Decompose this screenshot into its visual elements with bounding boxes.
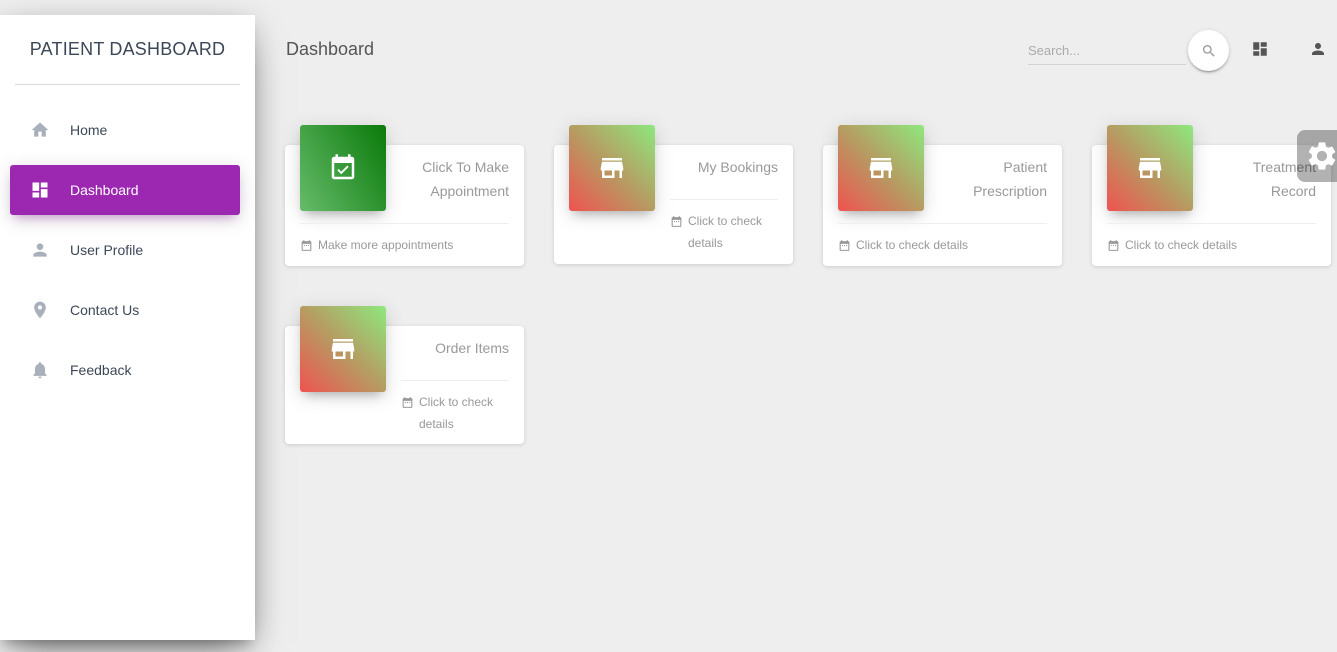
sidebar: PATIENT DASHBOARD Home Dashboard User Pr… [0, 15, 255, 640]
store-icon [1138, 158, 1162, 178]
card-icon-box [569, 125, 655, 211]
calendar-check-icon [331, 154, 355, 180]
location-pin-icon [30, 300, 50, 320]
sidebar-item-label: Dashboard [70, 182, 139, 198]
bell-icon [30, 360, 50, 380]
card-title-line: Appointment [430, 183, 509, 199]
card-title-line: Record [1270, 183, 1316, 199]
dashboard-icon [30, 180, 50, 200]
card-footer: Click to check details [401, 380, 509, 435]
sidebar-item-user-profile[interactable]: User Profile [10, 225, 240, 275]
card-my-bookings[interactable]: My Bookings Click to check details [554, 125, 793, 264]
search-button[interactable] [1188, 30, 1229, 71]
card-icon-box [300, 125, 386, 211]
page-title[interactable]: Dashboard [286, 39, 374, 60]
card-footer: Click to check details [838, 223, 1047, 256]
sidebar-item-label: Contact Us [70, 302, 140, 318]
card-treatment-record[interactable]: Treatment Record Click to check details [1092, 125, 1331, 266]
card-icon-box [300, 306, 386, 392]
card-make-appointment[interactable]: Click To Make Appointment Make more appo… [285, 125, 524, 266]
calendar-icon [839, 240, 850, 251]
card-order-items[interactable]: Order Items Click to check details [285, 306, 524, 444]
dashboard-toggle-button[interactable] [1250, 39, 1270, 59]
home-icon [30, 120, 50, 140]
sidebar-item-contact-us[interactable]: Contact Us [10, 285, 240, 335]
card-title-line: Prescription [973, 183, 1047, 199]
card-title-line: Patient [1003, 159, 1047, 175]
calendar-icon [1108, 240, 1119, 251]
card-footer-text[interactable]: Click to check details [1125, 234, 1237, 256]
card-title: Patient Prescription [973, 155, 1047, 203]
store-icon [869, 158, 893, 178]
card-title: My Bookings [698, 155, 778, 179]
sidebar-item-label: Home [70, 122, 108, 138]
sidebar-nav: Home Dashboard User Profile Contact Us F… [10, 105, 240, 405]
settings-plugin-button[interactable] [1297, 130, 1337, 182]
card-footer-text[interactable]: Click to check details [688, 210, 762, 254]
user-menu-button[interactable] [1308, 39, 1328, 59]
calendar-icon [402, 397, 413, 408]
card-footer: Click to check details [670, 199, 778, 254]
card-title-line: Order Items [435, 340, 509, 356]
sidebar-item-dashboard[interactable]: Dashboard [10, 165, 240, 215]
person-icon [30, 240, 50, 260]
person-icon [1312, 43, 1324, 55]
card-title: Order Items [435, 336, 509, 360]
search-field [1028, 36, 1186, 65]
card-title: Click To Make Appointment [422, 155, 509, 203]
sidebar-item-feedback[interactable]: Feedback [10, 345, 240, 395]
card-title-line: Click To Make [422, 159, 509, 175]
calendar-icon [671, 216, 682, 227]
dashboard-icon [1253, 42, 1267, 56]
card-footer-text[interactable]: Make more appointments [318, 234, 453, 256]
card-icon-box [1107, 125, 1193, 211]
card-footer-text[interactable]: Click to check details [856, 234, 968, 256]
card-footer-line: Click to check [688, 214, 763, 228]
gear-icon [1308, 142, 1336, 170]
card-footer-line: details [419, 417, 454, 431]
calendar-icon [301, 240, 312, 251]
sidebar-item-home[interactable]: Home [10, 105, 240, 155]
card-patient-prescription[interactable]: Patient Prescription Click to check deta… [823, 125, 1062, 266]
card-footer: Click to check details [1107, 223, 1316, 256]
card-footer-line: Click to check [419, 395, 494, 409]
store-icon [331, 339, 355, 359]
sidebar-item-label: Feedback [70, 362, 132, 378]
card-footer-text[interactable]: Click to check details [419, 391, 493, 435]
card-icon-box [838, 125, 924, 211]
card-title-line: My Bookings [697, 159, 778, 175]
store-icon [600, 158, 624, 178]
search-input[interactable] [1028, 36, 1186, 64]
card-footer: Make more appointments [300, 223, 509, 256]
brand-title[interactable]: PATIENT DASHBOARD [15, 15, 240, 85]
sidebar-item-label: User Profile [70, 242, 144, 258]
search-icon [1202, 44, 1215, 57]
card-footer-line: details [688, 236, 723, 250]
